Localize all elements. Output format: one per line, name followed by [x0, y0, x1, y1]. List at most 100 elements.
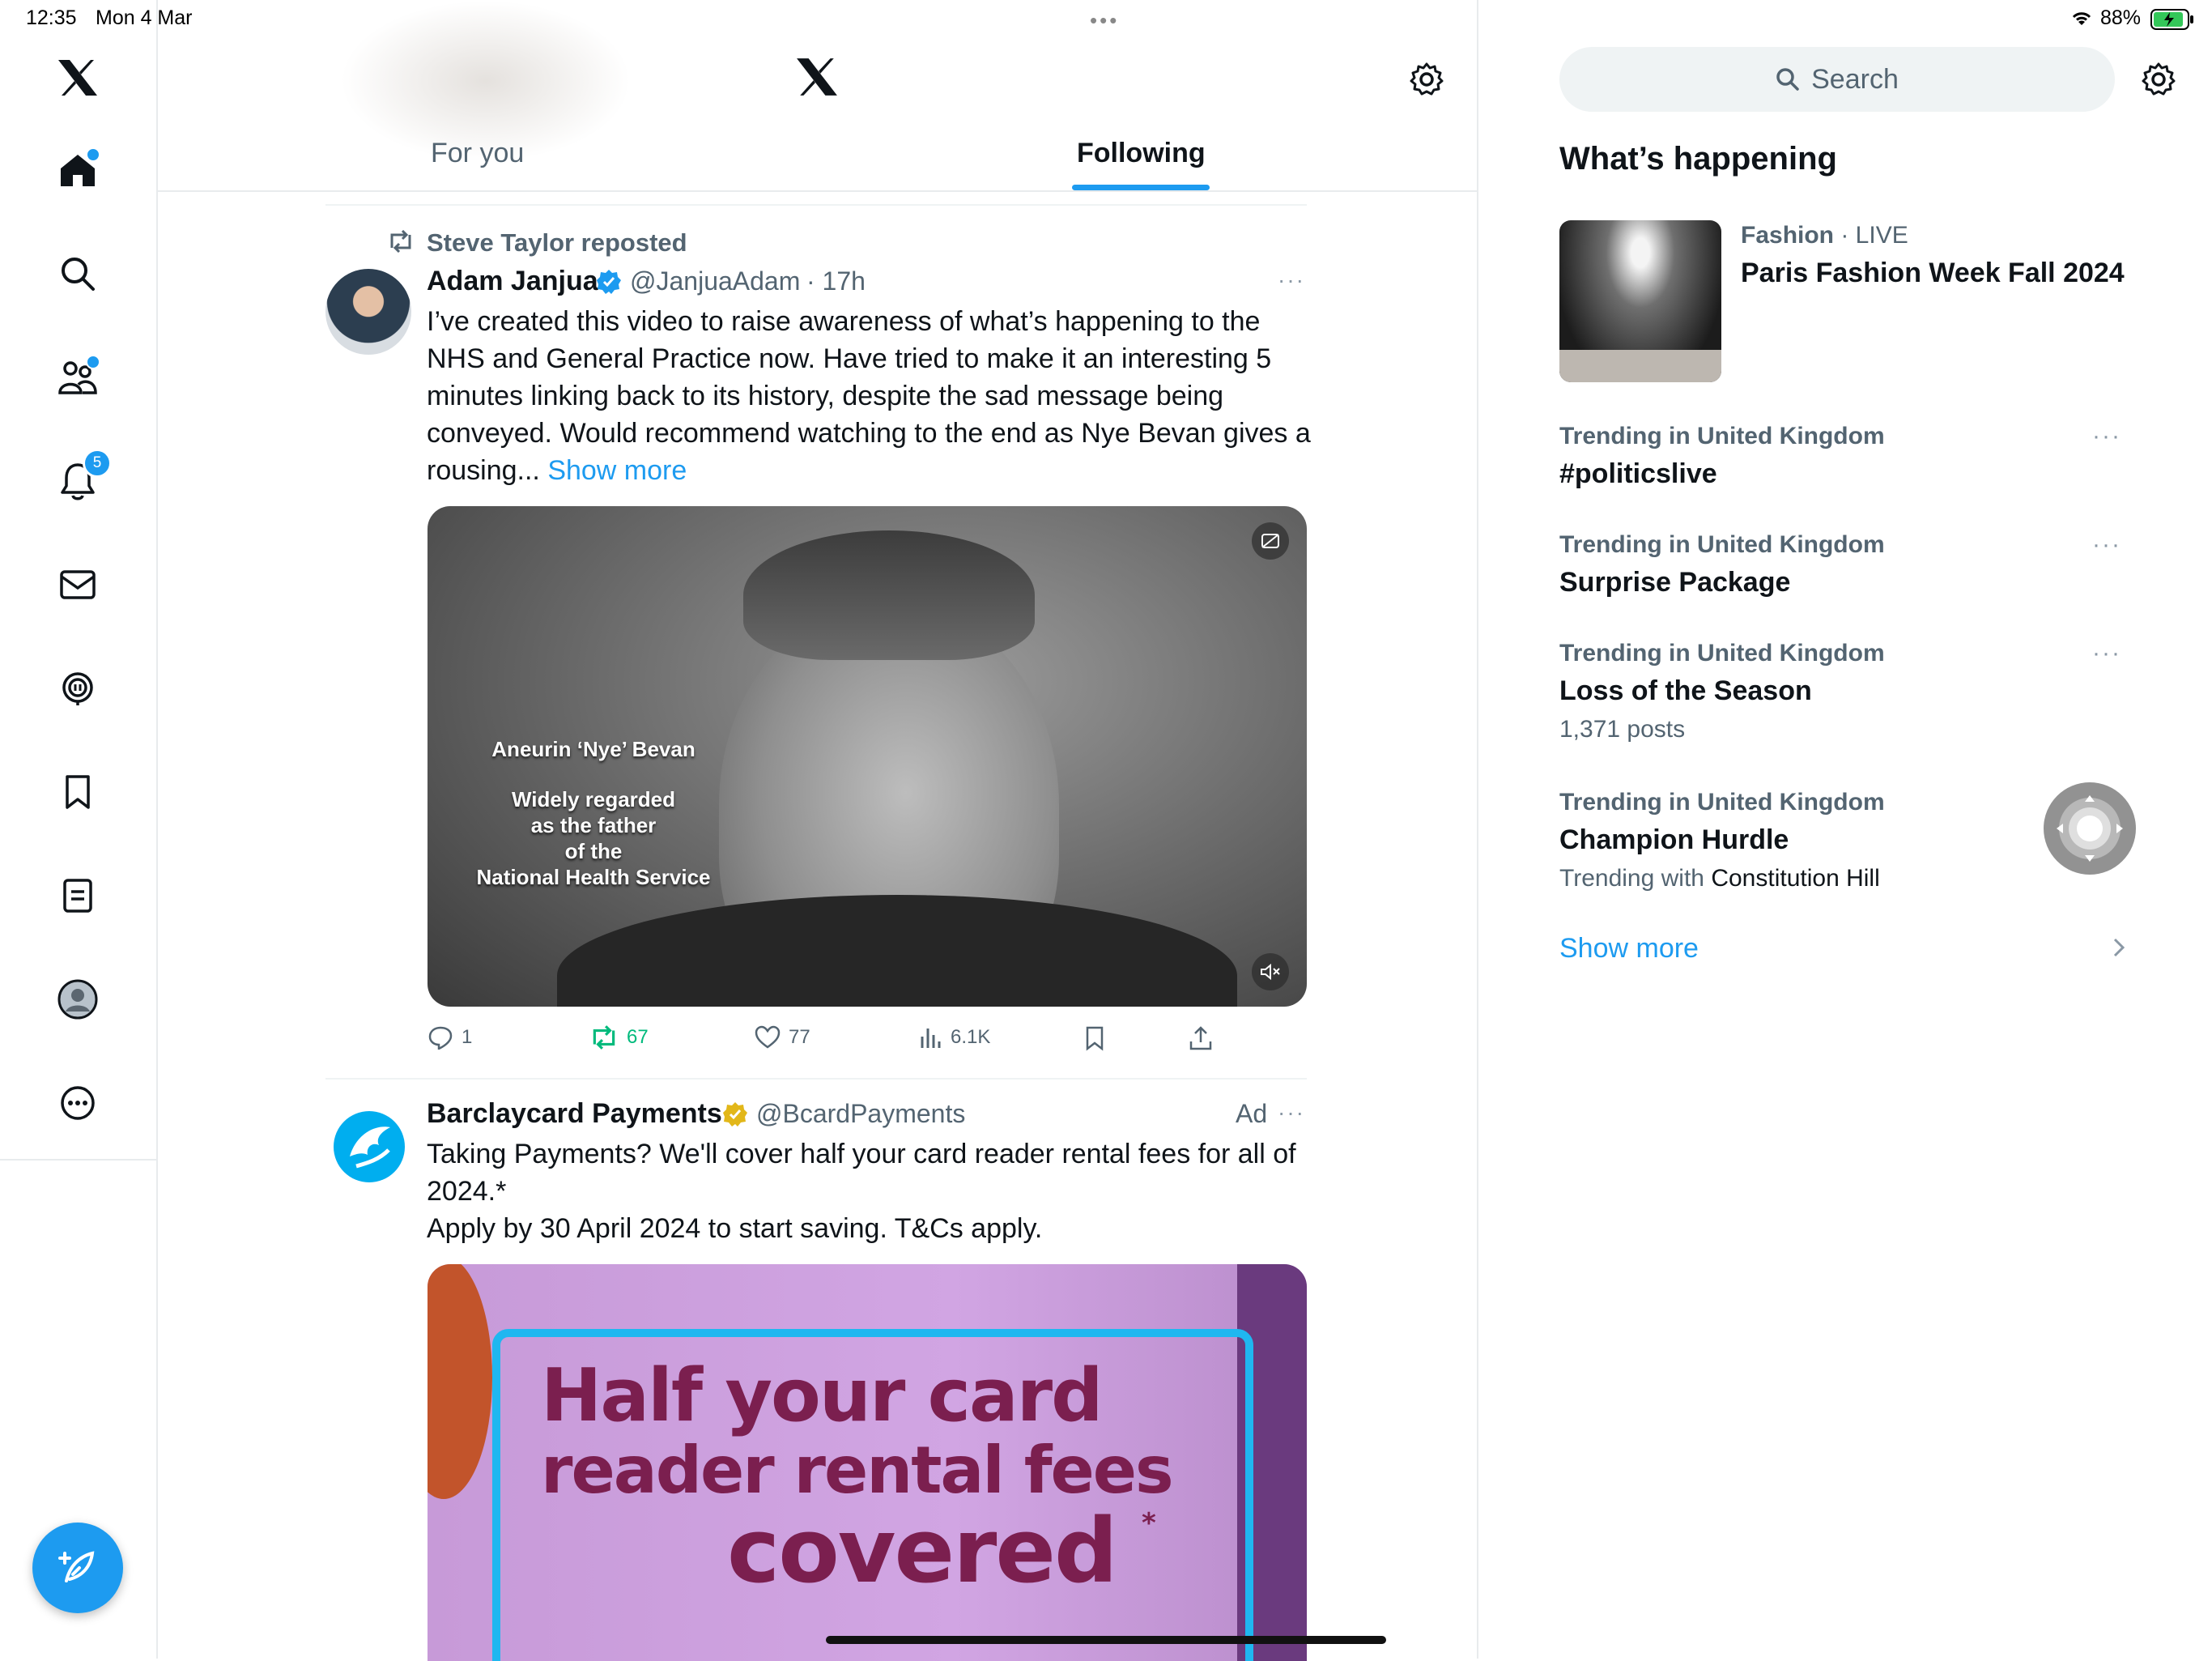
- reply-icon: [428, 1026, 453, 1050]
- bookmark-button[interactable]: [1083, 1025, 1106, 1051]
- communities-icon[interactable]: [52, 351, 104, 403]
- barclaycard-avatar[interactable]: [329, 1106, 410, 1187]
- reply-count: 1: [462, 1026, 473, 1048]
- battery-percent: 88%: [2100, 6, 2142, 29]
- tweet-timestamp[interactable]: · 17h: [806, 266, 866, 296]
- tweet-author-handle[interactable]: @JanjuaAdam: [630, 266, 800, 296]
- home-indicator[interactable]: [826, 1636, 1386, 1644]
- more-options-icon[interactable]: [52, 1077, 104, 1129]
- rail-divider: [0, 1159, 156, 1161]
- reply-button[interactable]: 1: [428, 1025, 472, 1050]
- fashion-week-thumbnail[interactable]: [1559, 220, 1721, 382]
- video-caption-name: Aneurin ‘Nye’ Bevan: [491, 737, 696, 761]
- compose-feather-icon: [58, 1551, 95, 1582]
- video-portrait-suit: [557, 895, 1237, 1007]
- explore-settings-gear-icon[interactable]: [2141, 62, 2176, 101]
- ad-text-line2: Apply by 30 April 2024 to start saving. …: [427, 1213, 1043, 1244]
- share-button[interactable]: [1189, 1025, 1213, 1051]
- adam-janjua-avatar[interactable]: [325, 269, 411, 355]
- grok-spaces-icon[interactable]: [52, 662, 104, 714]
- profile-avatar-icon[interactable]: [52, 973, 104, 1025]
- like-button[interactable]: 77: [755, 1025, 810, 1050]
- ad-image-line2: reader rental fees: [541, 1433, 1174, 1508]
- views-count: 6.1K: [951, 1026, 991, 1048]
- tweet-video[interactable]: Aneurin ‘Nye’ Bevan Widely regarded as t…: [428, 506, 1307, 1007]
- header-x-logo-icon[interactable]: [795, 57, 839, 101]
- trend-related-prefix: Trending with: [1559, 865, 1704, 892]
- tab-following[interactable]: Following: [1077, 138, 1206, 169]
- wifi-icon: [2069, 8, 2094, 32]
- feed-divider: [325, 1078, 1307, 1080]
- video-captions-icon[interactable]: [1252, 522, 1289, 560]
- tabs-divider: [156, 190, 1478, 192]
- video-portrait-hair: [743, 530, 1035, 660]
- featured-category: Fashion: [1741, 222, 1835, 249]
- search-input[interactable]: Search: [1559, 47, 2115, 112]
- tab-following-underline: [1072, 185, 1210, 190]
- trend-related-link[interactable]: Constitution Hill: [1711, 865, 1879, 892]
- tweet-show-more-link[interactable]: Show more: [547, 455, 687, 486]
- trend-label: Trending in United Kingdom: [1559, 640, 1885, 667]
- ad-author-handle[interactable]: @BcardPayments: [756, 1099, 965, 1129]
- communities-unread-dot: [86, 355, 100, 369]
- assistive-touch-icon: [2057, 795, 2123, 862]
- repost-label: Steve Taylor reposted: [427, 228, 687, 257]
- like-count: 77: [789, 1026, 810, 1048]
- ad-more-icon[interactable]: ···: [1278, 1100, 1305, 1126]
- views-button[interactable]: 6.1K: [918, 1025, 990, 1050]
- x-logo-icon[interactable]: [52, 52, 104, 104]
- barclaycard-eagle-icon: [334, 1111, 405, 1182]
- compose-post-button[interactable]: [32, 1523, 123, 1613]
- ad-image-hair: [428, 1264, 492, 1499]
- ad-image-line1: Half your card: [541, 1353, 1104, 1438]
- video-caption-line2: as the father: [530, 813, 657, 837]
- bookmarks-icon[interactable]: [52, 766, 104, 818]
- messages-envelope-icon[interactable]: [52, 559, 104, 611]
- ad-label: Ad: [1236, 1099, 1268, 1128]
- featured-title[interactable]: Paris Fashion Week Fall 2024: [1741, 258, 2125, 289]
- trend-more-icon[interactable]: ···: [2092, 640, 2121, 667]
- battery-charging-icon: [2150, 8, 2194, 35]
- search-icon: [1776, 68, 1799, 91]
- repost-count: 67: [627, 1026, 649, 1048]
- main-column-border: [1477, 0, 1478, 1659]
- views-chart-icon: [921, 1029, 941, 1048]
- search-placeholder: Search: [1811, 63, 1899, 95]
- featured-meta: Fashion · LIVE: [1741, 222, 1908, 249]
- featured-live: · LIVE: [1840, 222, 1908, 249]
- repost-action-icon: [593, 1025, 615, 1050]
- trend-post-count: 1,371 posts: [1559, 716, 1686, 743]
- heart-icon: [755, 1025, 781, 1049]
- tweet-text: I’ve created this video to raise awarene…: [427, 303, 1317, 489]
- ad-text-line1: Taking Payments? We'll cover half your c…: [427, 1139, 1296, 1207]
- notifications-bell-icon[interactable]: 5: [52, 449, 112, 507]
- trend-more-icon[interactable]: ···: [2092, 531, 2121, 559]
- chevron-right-icon[interactable]: [2112, 936, 2126, 963]
- trend-label: Trending in United Kingdom: [1559, 789, 1885, 816]
- lists-icon[interactable]: [52, 870, 104, 922]
- bookmark-icon: [1086, 1026, 1104, 1051]
- thumbnail-runway: [1559, 350, 1721, 382]
- explore-search-icon[interactable]: [52, 248, 104, 300]
- tweet-more-icon[interactable]: ···: [1278, 267, 1305, 293]
- tab-for-you[interactable]: For you: [431, 138, 524, 169]
- share-icon: [1189, 1026, 1212, 1050]
- trend-title[interactable]: Surprise Package: [1559, 567, 1790, 598]
- home-icon[interactable]: [52, 144, 104, 196]
- ad-author-name[interactable]: Barclaycard Payments: [427, 1098, 722, 1130]
- whats-happening-heading: What’s happening: [1559, 141, 1837, 177]
- video-mute-icon[interactable]: [1252, 953, 1289, 990]
- ad-image[interactable]: Half your card reader rental fees covere…: [428, 1264, 1307, 1661]
- trend-title[interactable]: Champion Hurdle: [1559, 824, 1789, 856]
- trend-title[interactable]: #politicslive: [1559, 458, 1717, 490]
- tweet-author-name[interactable]: Adam Janjua: [427, 266, 598, 297]
- repost-button[interactable]: 67: [589, 1025, 649, 1050]
- multitasking-dots-icon[interactable]: •••: [1090, 8, 1119, 33]
- sidebar-show-more-link[interactable]: Show more: [1559, 933, 1699, 965]
- video-caption-line3: of the: [564, 839, 623, 863]
- trend-more-icon[interactable]: ···: [2092, 423, 2121, 450]
- timeline-settings-gear-icon[interactable]: [1409, 62, 1444, 101]
- trend-title[interactable]: Loss of the Season: [1559, 675, 1812, 707]
- home-unread-dot: [86, 147, 100, 162]
- assistive-touch-button[interactable]: [2044, 782, 2136, 875]
